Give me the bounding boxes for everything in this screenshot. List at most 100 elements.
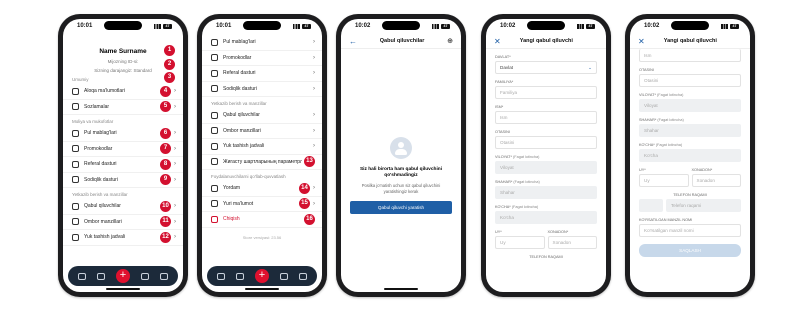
city-field[interactable]: Otasini bbox=[639, 74, 741, 87]
street-note: (Fagat lotincha) bbox=[655, 143, 683, 147]
city-field[interactable]: Otasini bbox=[495, 136, 597, 149]
row-warehouse[interactable]: Ombor manzillari › bbox=[202, 124, 322, 139]
back-arrow-icon[interactable]: ← bbox=[349, 37, 357, 46]
add-tab-icon[interactable]: + bbox=[254, 269, 269, 283]
status-bar: 10:01 47 bbox=[202, 19, 322, 33]
phone-field[interactable]: Telefon raqami bbox=[666, 199, 741, 212]
firstname-field[interactable]: Ism bbox=[639, 49, 741, 62]
chevron-right-icon: › bbox=[313, 39, 315, 46]
apt-field[interactable]: Xonadon bbox=[547, 236, 597, 249]
row-label: Жигасту шартларының параметрлері bbox=[223, 158, 302, 165]
row-legal[interactable]: Yuri ma'lumot 15 › bbox=[202, 197, 322, 212]
town-note: (Fagat lotincha) bbox=[513, 180, 540, 184]
region-label: VILOYAT* (Fagat lotincha) bbox=[630, 87, 750, 99]
row-loyalty[interactable]: Sodiqlik dasturi 9 › bbox=[63, 173, 183, 188]
chevron-right-icon: › bbox=[174, 161, 176, 168]
row-label: Sodiqlik dasturi bbox=[84, 176, 118, 183]
firstname-field[interactable]: Ism bbox=[495, 111, 597, 124]
badge-15: 15 bbox=[299, 198, 310, 210]
row-label: Referal dasturi bbox=[84, 161, 117, 168]
close-icon[interactable]: ✕ bbox=[494, 37, 501, 46]
add-tab-icon[interactable]: + bbox=[115, 269, 130, 283]
gear-icon bbox=[72, 103, 79, 111]
row-referral[interactable]: Referal dasturi 8 › bbox=[63, 157, 183, 173]
row-help[interactable]: Yordam 14 › bbox=[202, 181, 322, 197]
town-note: (Fagat lotincha) bbox=[657, 118, 684, 122]
row-logout[interactable]: Chiqish 16 bbox=[202, 212, 322, 228]
row-loyalty[interactable]: Sodiqlik dasturi › bbox=[202, 82, 322, 97]
row-customs[interactable]: Жигасту шартларының параметрлері 13 bbox=[202, 155, 322, 170]
home-tab-icon[interactable] bbox=[216, 272, 225, 280]
truck-icon bbox=[211, 142, 218, 150]
signal-icon bbox=[577, 23, 584, 29]
signal-icon bbox=[721, 23, 728, 29]
help-icon bbox=[211, 184, 218, 192]
battery-icon: 47 bbox=[302, 23, 311, 29]
screen-profile: 10:01 47 Name Surname Mijozning ID-si: S… bbox=[63, 19, 183, 292]
address-name-field[interactable]: Ko'rsatilgan manzil nomi bbox=[639, 224, 741, 237]
town-field[interactable]: Shahar bbox=[639, 124, 741, 137]
save-button[interactable]: SAQLASH bbox=[639, 244, 741, 257]
row-receivers[interactable]: Qabul qiluvchilar 10 › bbox=[63, 199, 183, 215]
row-wallet[interactable]: Pul mablag'lari › bbox=[202, 35, 322, 51]
town-field[interactable]: Shahar bbox=[495, 186, 597, 199]
street-field[interactable]: Ko'cha bbox=[639, 149, 741, 162]
tag-icon bbox=[211, 54, 218, 62]
profile-content-scrolled: Pul mablag'lari › Promokodlar › Referal da… bbox=[202, 35, 322, 292]
status-bar: 10:02 47 bbox=[341, 19, 461, 33]
row-label: Yuk tashish jadvali bbox=[223, 143, 265, 150]
lastname-field[interactable]: Familiya bbox=[495, 86, 597, 99]
bag-tab-icon[interactable] bbox=[280, 272, 289, 280]
box-tab-icon[interactable] bbox=[96, 272, 105, 280]
row-wallet[interactable]: Pul mablag'lari 6 › bbox=[63, 126, 183, 142]
status-time: 10:02 bbox=[355, 23, 371, 29]
chevron-right-icon: › bbox=[313, 127, 315, 134]
badge-1: 1 bbox=[164, 45, 175, 56]
row-contacts[interactable]: Aloqa ma'lumotlari 4 › bbox=[63, 84, 183, 100]
street-label: KO'CHA* (Fagat lotincha) bbox=[486, 199, 606, 211]
row-warehouse[interactable]: Ombor manzillari 11 › bbox=[63, 215, 183, 230]
profile-tab-icon[interactable] bbox=[160, 272, 169, 280]
house-field[interactable]: Uy bbox=[495, 236, 545, 249]
row-label: Yordam bbox=[223, 185, 241, 192]
home-tab-icon[interactable] bbox=[77, 272, 86, 280]
badge-6: 6 bbox=[160, 127, 171, 139]
version-text: Store versiyasi: 23.56 bbox=[242, 234, 282, 240]
apt-field[interactable]: Xonadon bbox=[691, 174, 741, 187]
status-time: 10:01 bbox=[216, 23, 232, 29]
pin-icon bbox=[211, 127, 218, 135]
phone-code-field[interactable] bbox=[639, 199, 663, 212]
row-promo[interactable]: Promokodlar 7 › bbox=[63, 142, 183, 157]
street-field[interactable]: Ko'cha bbox=[495, 211, 597, 224]
row-schedule[interactable]: Yuk tashish jadvali 12 › bbox=[63, 230, 183, 246]
profile-tab-icon[interactable] bbox=[299, 272, 308, 280]
row-settings[interactable]: Sozlamalar 5 › bbox=[63, 100, 183, 115]
row-label: Pul mablag'lari bbox=[223, 39, 256, 46]
region-field[interactable]: Viloyat bbox=[639, 99, 741, 112]
chevron-right-icon: › bbox=[313, 143, 315, 150]
country-value: Davlat bbox=[500, 65, 514, 70]
phone-receivers-empty: 10:02 47 ← Qabul qiluvchilar ⊕ Siz hali … bbox=[336, 14, 466, 297]
badge-16: 16 bbox=[304, 213, 315, 225]
region-field[interactable]: Viloyat bbox=[495, 161, 597, 174]
row-receivers[interactable]: Qabul qiluvchilar › bbox=[202, 108, 322, 124]
house-field[interactable]: Uy bbox=[639, 174, 689, 187]
street-label-text: KO'CHA* bbox=[639, 143, 655, 147]
people-icon bbox=[211, 69, 218, 77]
city-label: OTASINI bbox=[495, 130, 510, 134]
box-tab-icon[interactable] bbox=[235, 272, 244, 280]
row-promo[interactable]: Promokodlar › bbox=[202, 51, 322, 66]
status-bar: 10:02 47 bbox=[630, 19, 750, 33]
user-icon bbox=[72, 87, 79, 95]
country-select[interactable]: Davlat ⌄ bbox=[495, 61, 597, 74]
create-receiver-button[interactable]: Qabul qiluvchi yaratish bbox=[350, 201, 452, 215]
row-label: Promokodlar bbox=[223, 54, 252, 61]
row-label: Pul mablag'lari bbox=[84, 130, 117, 137]
bag-tab-icon[interactable] bbox=[141, 272, 150, 280]
close-icon[interactable]: ✕ bbox=[638, 37, 645, 46]
row-referral[interactable]: Referal dasturi › bbox=[202, 66, 322, 82]
chevron-right-icon: › bbox=[313, 112, 315, 119]
row-schedule[interactable]: Yuk tashish jadvali › bbox=[202, 139, 322, 155]
section-finance: Moliya va mukofotlar bbox=[72, 119, 114, 124]
add-circle-icon[interactable]: ⊕ bbox=[447, 37, 453, 45]
